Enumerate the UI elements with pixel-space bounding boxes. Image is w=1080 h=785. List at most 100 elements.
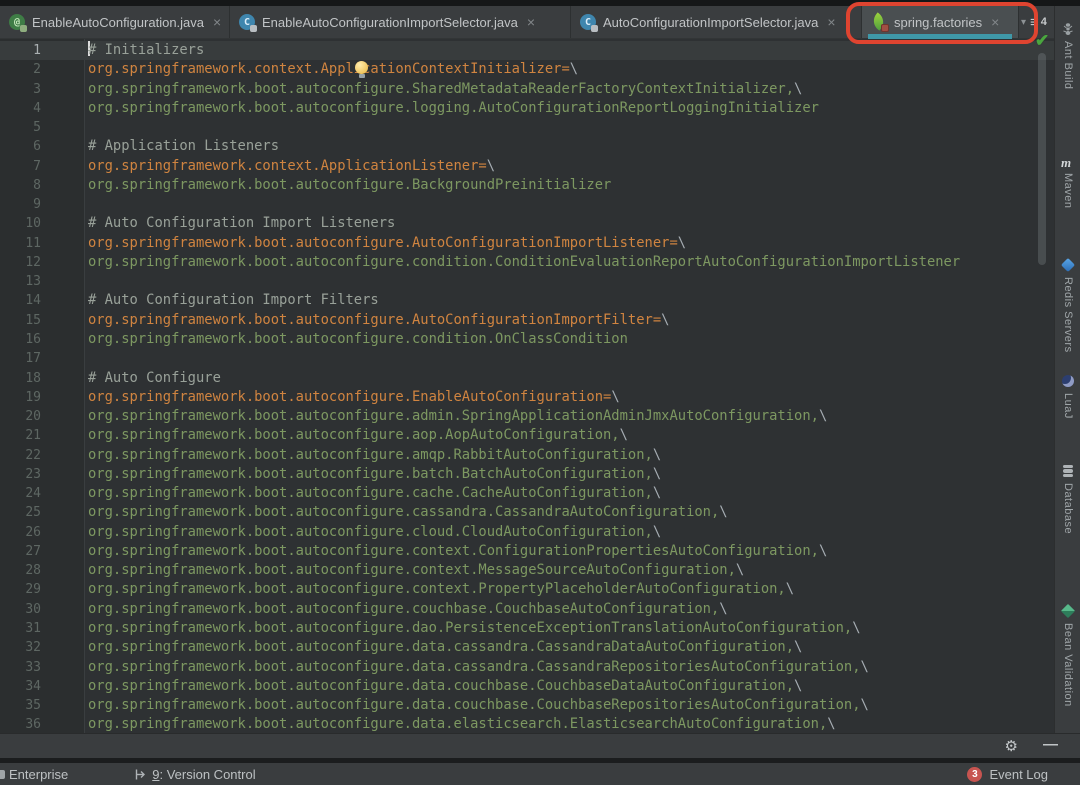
code-line[interactable]: 18 # Auto Configure <box>0 369 1054 388</box>
line-number: 9 <box>33 197 41 213</box>
line-number: 32 <box>25 640 41 656</box>
tool-button-bean-validation[interactable]: Bean Validation <box>1055 603 1080 707</box>
close-icon[interactable]: × <box>527 15 535 29</box>
code-line[interactable]: 4 org.springframework.boot.autoconfigure.… <box>0 99 1054 118</box>
code-line[interactable]: 25 org.springframework.boot.autoconfigure… <box>0 503 1054 522</box>
code-line[interactable]: 19 org.springframework.boot.autoconfigure… <box>0 388 1054 407</box>
event-log-button[interactable]: 3 Event Log <box>967 766 1048 782</box>
code-line[interactable]: 7 org.springframework.context.Application… <box>0 157 1054 176</box>
editor-vertical-scrollbar[interactable] <box>1038 53 1046 265</box>
minimize-icon[interactable]: — <box>1043 736 1058 753</box>
code-text: org.springframework.boot.autoconfigure.d… <box>88 677 802 696</box>
line-number: 3 <box>33 81 41 97</box>
tab-label: EnableAutoConfigurationImportSelector.ja… <box>262 14 518 30</box>
code-token: org.springframework.boot.autoconfigure.d… <box>88 658 861 675</box>
code-line[interactable]: 15 org.springframework.boot.autoconfigure… <box>0 311 1054 330</box>
code-text: org.springframework.boot.autoconfigure.c… <box>88 542 827 561</box>
intention-bulb-icon[interactable] <box>354 61 369 79</box>
code-line[interactable]: 33 org.springframework.boot.autoconfigure… <box>0 658 1054 677</box>
code-line[interactable]: 13 <box>0 272 1054 291</box>
code-line[interactable]: 22 org.springframework.boot.autoconfigure… <box>0 446 1054 465</box>
editor-tab-bar: @ EnableAutoConfiguration.java × C Enabl… <box>0 6 1080 39</box>
code-token: org.springframework.boot.autoconfigure.c… <box>88 330 628 347</box>
annotation-icon: @ <box>9 14 27 32</box>
line-number: 5 <box>33 120 41 136</box>
code-text: org.springframework.boot.autoconfigure.A… <box>88 234 686 253</box>
line-number: 10 <box>25 216 41 232</box>
branch-icon <box>136 769 146 779</box>
code-text: org.springframework.boot.autoconfigure.c… <box>88 503 728 522</box>
close-icon[interactable]: × <box>213 15 221 29</box>
code-token: \ <box>719 600 728 617</box>
maven-icon: m <box>1061 155 1072 170</box>
code-line[interactable]: 14 # Auto Configuration Import Filters <box>0 291 1054 310</box>
code-line[interactable]: 12 org.springframework.boot.autoconfigure… <box>0 253 1054 272</box>
tool-button-redis-servers[interactable]: Redis Servers <box>1055 257 1080 353</box>
code-line[interactable]: 29 org.springframework.boot.autoconfigure… <box>0 580 1054 599</box>
code-line[interactable]: 11 org.springframework.boot.autoconfigure… <box>0 234 1054 253</box>
code-line[interactable]: 17 <box>0 349 1054 368</box>
line-number: 6 <box>33 139 41 155</box>
code-line[interactable]: 24 org.springframework.boot.autoconfigure… <box>0 484 1054 503</box>
redis-icon <box>1060 257 1076 273</box>
tool-button-database[interactable]: Database <box>1055 464 1080 534</box>
code-line[interactable]: 6 # Application Listeners <box>0 137 1054 156</box>
code-line[interactable]: 2 org.springframework.context.Application… <box>0 60 1054 79</box>
inspection-ok-icon[interactable]: ✔ <box>1035 31 1049 51</box>
tool-button-luaj[interactable]: LuaJ <box>1055 374 1080 419</box>
tool-label: Ant Build <box>1062 41 1074 90</box>
code-line[interactable]: 23 org.springframework.boot.autoconfigure… <box>0 465 1054 484</box>
tab-list-icon[interactable]: ≡ <box>1030 15 1039 30</box>
line-number: 30 <box>25 601 41 617</box>
gear-icon[interactable]: ⚙ <box>1005 737 1018 755</box>
version-control-button[interactable]: 9: Version Control <box>134 767 256 782</box>
tab-enableautoconfiguration-java[interactable]: @ EnableAutoConfiguration.java × <box>0 6 230 38</box>
code-token: \ <box>719 504 728 521</box>
code-editor[interactable]: 1 # Initializers 2 org.springframework.cont… <box>0 39 1054 733</box>
code-line[interactable]: 8 org.springframework.boot.autoconfigure.… <box>0 176 1054 195</box>
code-line[interactable]: 10 # Auto Configuration Import Listeners <box>0 214 1054 233</box>
code-line[interactable]: 9 <box>0 195 1054 214</box>
tab-label: spring.factories <box>894 14 983 30</box>
code-text: org.springframework.boot.autoconfigure.d… <box>88 696 869 715</box>
code-line[interactable]: 26 org.springframework.boot.autoconfigure… <box>0 523 1054 542</box>
code-line[interactable]: 30 org.springframework.boot.autoconfigure… <box>0 600 1054 619</box>
code-line[interactable]: 1 # Initializers <box>0 41 1054 61</box>
code-line[interactable]: 34 org.springframework.boot.autoconfigure… <box>0 677 1054 696</box>
code-line[interactable]: 27 org.springframework.boot.autoconfigure… <box>0 542 1054 561</box>
status-bar: Enterprise 9: Version Control 3 Event Lo… <box>0 763 1080 785</box>
chevron-down-icon[interactable]: ▾ <box>1021 17 1026 28</box>
code-line[interactable]: 5 <box>0 118 1054 137</box>
tab-spring-factories[interactable]: spring.factories × <box>862 6 1019 39</box>
code-token: # Auto Configuration Import Filters <box>88 292 379 309</box>
code-line[interactable]: 35 org.springframework.boot.autoconfigure… <box>0 696 1054 715</box>
code-line[interactable]: 32 org.springframework.boot.autoconfigure… <box>0 638 1054 657</box>
code-token: \ <box>818 542 828 559</box>
luaj-icon <box>1061 374 1075 388</box>
close-icon[interactable]: × <box>827 15 835 29</box>
close-icon[interactable]: × <box>991 15 999 29</box>
tool-button-maven[interactable]: m Maven <box>1055 154 1080 209</box>
bean-validation-icon <box>1060 603 1076 619</box>
database-icon <box>1061 464 1075 478</box>
code-line[interactable]: 16 org.springframework.boot.autoconfigure… <box>0 330 1054 349</box>
tab-enableautoconfigurationimportselector-java[interactable]: C EnableAutoConfigurationImportSelector.… <box>230 6 571 38</box>
code-line[interactable]: 21 org.springframework.boot.autoconfigure… <box>0 426 1054 445</box>
code-line[interactable]: 31 org.springframework.boot.autoconfigure… <box>0 619 1054 638</box>
tab-autoconfigurationimportselector-java[interactable]: C AutoConfigurationImportSelector.java × <box>571 6 862 38</box>
line-number: 18 <box>25 370 41 386</box>
line-number: 24 <box>25 486 41 502</box>
line-number: 31 <box>25 620 41 636</box>
code-token: \ <box>486 157 496 174</box>
code-text: # Auto Configure <box>88 369 221 388</box>
code-line[interactable]: 36 org.springframework.boot.autoconfigure… <box>0 715 1054 733</box>
hidden-tab-count: 4 <box>1040 16 1047 28</box>
code-line[interactable]: 3 org.springframework.boot.autoconfigure.… <box>0 80 1054 99</box>
code-text: org.springframework.boot.autoconfigure.c… <box>88 253 960 272</box>
code-token: \ <box>818 408 828 425</box>
code-text: # Application Listeners <box>88 137 279 156</box>
code-line[interactable]: 28 org.springframework.boot.autoconfigure… <box>0 561 1054 580</box>
tool-button-ant-build[interactable]: Ant Build <box>1055 22 1080 90</box>
code-text: org.springframework.boot.autoconfigure.d… <box>88 619 861 638</box>
code-line[interactable]: 20 org.springframework.boot.autoconfigure… <box>0 407 1054 426</box>
